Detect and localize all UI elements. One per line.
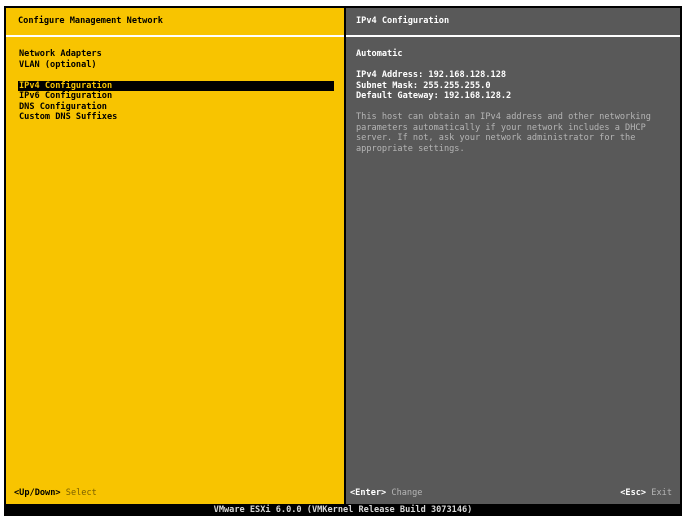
- exit-action-label: Exit: [651, 487, 672, 498]
- esxi-dcui-screen: Configure Management Network Network Ada…: [4, 6, 682, 516]
- select-key-hint[interactable]: <Up/Down> Select: [14, 488, 97, 499]
- ipv4-mode: Automatic: [356, 49, 403, 59]
- change-action-label: Change: [391, 487, 423, 498]
- exit-key-hint[interactable]: <Esc> Exit: [620, 488, 672, 499]
- menu-item-ipv6-configuration[interactable]: IPv6 Configuration: [18, 91, 334, 102]
- menu-item-ipv4-configuration[interactable]: IPv4 Configuration: [18, 80, 334, 91]
- configure-management-network-pane: Configure Management Network Network Ada…: [6, 8, 344, 504]
- esxi-version-status-bar: VMware ESXi 6.0.0 (VMKernel Release Buil…: [4, 504, 682, 516]
- ipv4-details: Automatic IPv4 Address: 192.168.128.128 …: [356, 49, 674, 154]
- left-pane-title: Configure Management Network: [6, 8, 344, 37]
- right-pane-title: IPv4 Configuration: [346, 8, 680, 37]
- menu-item-vlan[interactable]: VLAN (optional): [18, 60, 334, 71]
- ipv4-address-value: IPv4 Address: 192.168.128.128: [356, 70, 507, 80]
- subnet-mask-value: Subnet Mask: 255.255.255.0: [356, 80, 491, 91]
- menu-item-dns-configuration[interactable]: DNS Configuration: [18, 102, 334, 113]
- default-gateway-value: Default Gateway: 192.168.128.2: [356, 91, 512, 101]
- esc-key-label: <Esc>: [620, 487, 647, 498]
- up-down-key-label: <Up/Down>: [14, 487, 61, 498]
- menu-spacer: [18, 70, 334, 81]
- menu-item-network-adapters[interactable]: Network Adapters: [18, 49, 334, 60]
- select-action-label: Select: [65, 487, 97, 498]
- ipv4-configuration-pane: IPv4 Configuration Automatic IPv4 Addres…: [346, 8, 680, 504]
- management-network-menu: Network Adapters VLAN (optional) IPv4 Co…: [18, 49, 334, 123]
- menu-item-custom-dns-suffixes[interactable]: Custom DNS Suffixes: [18, 112, 334, 123]
- enter-key-label: <Enter>: [350, 487, 387, 498]
- change-key-hint[interactable]: <Enter> Change: [350, 488, 422, 499]
- ipv4-help-text: This host can obtain an IPv4 address and…: [356, 112, 651, 154]
